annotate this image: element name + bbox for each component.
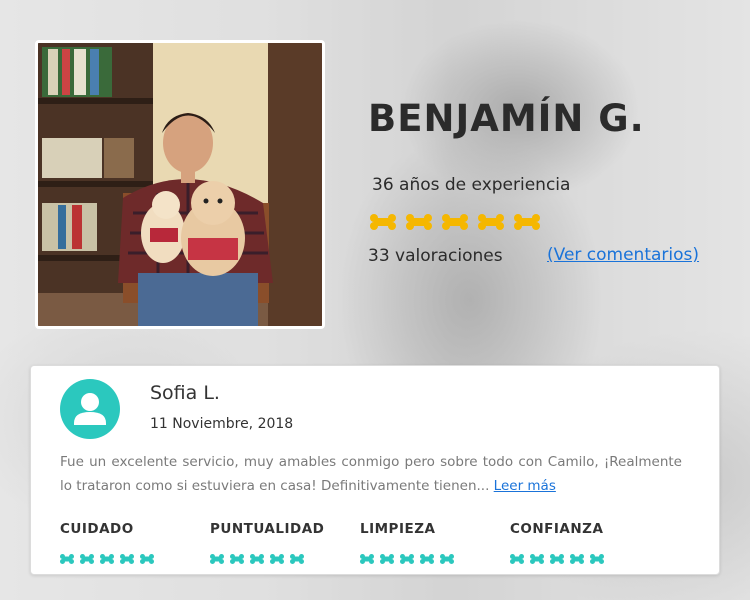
dog-bone-icon [120, 549, 134, 568]
dog-bone-icon [442, 214, 468, 234]
category-rating [360, 549, 510, 568]
dog-bone-icon [270, 549, 284, 568]
dog-bone-icon [210, 549, 224, 568]
dog-bone-icon [420, 549, 434, 568]
dog-bone-icon [590, 549, 604, 568]
reviewer-name: Sofia L. [150, 382, 220, 404]
review-text: Fue un excelente servicio, muy amables c… [60, 450, 682, 498]
review-card: Sofia L. 11 Noviembre, 2018 Fue un excel… [30, 365, 720, 575]
category-rating [510, 549, 660, 568]
category-confianza: CONFIANZA [510, 521, 660, 568]
profile-photo [35, 40, 325, 329]
dog-bone-icon [380, 549, 394, 568]
category-label: CONFIANZA [510, 521, 604, 537]
category-limpieza: LIMPIEZA [360, 521, 510, 568]
read-more-link[interactable]: Leer más [494, 478, 556, 494]
dog-bone-icon [570, 549, 584, 568]
dog-bone-icon [100, 549, 114, 568]
dog-bone-icon [360, 549, 374, 568]
user-icon [60, 379, 120, 439]
dog-bone-icon [290, 549, 304, 568]
dog-bone-icon [60, 549, 74, 568]
dog-bone-icon [550, 549, 564, 568]
dog-bone-icon [514, 214, 540, 234]
category-label: LIMPIEZA [360, 521, 436, 537]
dog-bone-icon [530, 549, 544, 568]
review-date: 11 Noviembre, 2018 [150, 416, 294, 432]
dog-bone-icon [478, 214, 504, 234]
experience-text: 36 años de experiencia [372, 175, 571, 195]
category-puntualidad: PUNTUALIDAD [210, 521, 360, 568]
category-ratings: CUIDADO PUNTUALIDAD LIMPIEZA CONFIANZA [60, 521, 700, 568]
category-rating [60, 549, 210, 568]
category-label: CUIDADO [60, 521, 134, 537]
dog-bone-icon [80, 549, 94, 568]
dog-bone-icon [406, 214, 432, 234]
category-rating [210, 549, 360, 568]
dog-bone-icon [230, 549, 244, 568]
dog-bone-icon [510, 549, 524, 568]
category-label: PUNTUALIDAD [210, 521, 325, 537]
sitter-name: BENJAMÍN G. [368, 97, 645, 140]
dog-bone-icon [370, 214, 396, 234]
overall-rating [370, 214, 540, 234]
category-cuidado: CUIDADO [60, 521, 210, 568]
dog-bone-icon [140, 549, 154, 568]
reviews-count: 33 valoraciones [368, 246, 503, 266]
review-body: Fue un excelente servicio, muy amables c… [60, 454, 682, 494]
dog-bone-icon [250, 549, 264, 568]
view-comments-link[interactable]: (Ver comentarios) [547, 245, 699, 265]
dog-bone-icon [440, 549, 454, 568]
dog-bone-icon [400, 549, 414, 568]
